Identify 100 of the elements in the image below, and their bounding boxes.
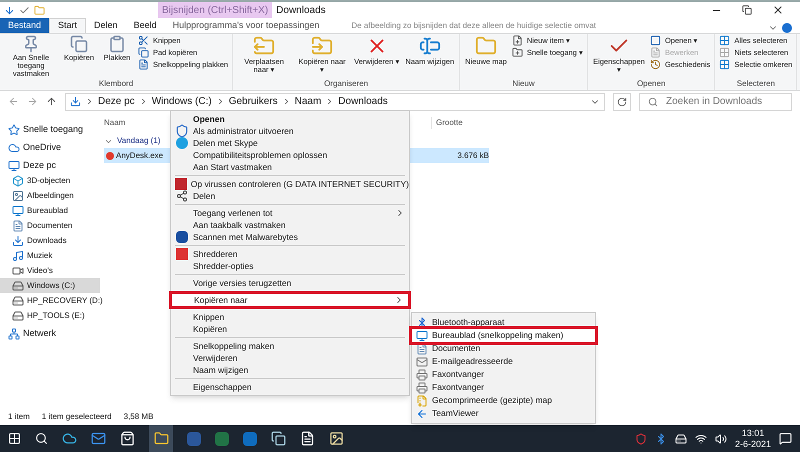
menu-item[interactable]: Scannen met Malwarebytes — [171, 231, 409, 243]
close-button[interactable] — [772, 4, 784, 16]
download-arrow-icon — [4, 4, 15, 16]
sidebar-label: Video's — [27, 264, 53, 276]
chevron-icon — [85, 97, 94, 106]
sidebar-item[interactable]: Netwerk — [0, 326, 100, 341]
sidebar-label: Snelle toegang — [23, 122, 84, 136]
menu-item[interactable]: Compatibiliteitsproblemen oplossen — [171, 149, 409, 161]
sidebar-label: Muziek — [27, 250, 52, 262]
menu-item[interactable]: Snelkoppeling maken — [171, 340, 409, 352]
monitor-icon — [12, 204, 24, 216]
menu-item[interactable]: Op virussen controleren (G DATA INTERNET SECURITY) — [171, 178, 409, 190]
ribbon-tab[interactable]: Hulpprogramma's voor toepassingen — [164, 18, 328, 33]
file-name: AnyDesk.exe — [116, 150, 164, 162]
menu-item[interactable]: TeamViewer — [412, 407, 595, 420]
sidebar-label: Windows (C:) — [27, 280, 76, 292]
sidebar-item[interactable]: Afbeeldingen — [0, 188, 100, 203]
monitor-icon — [416, 330, 428, 342]
sidebar-item[interactable]: Downloads — [0, 233, 100, 248]
network-icon — [8, 328, 20, 340]
drive-icon — [12, 280, 24, 292]
forward-icon — [27, 96, 38, 107]
file-size: 3.676 kB — [456, 150, 489, 162]
menu-item[interactable]: Naam wijzigen — [171, 364, 409, 376]
sidebar-item[interactable]: Video's — [0, 263, 100, 278]
sidebar-label: 3D-objecten — [27, 174, 70, 186]
sidebar-item[interactable]: Bureaublad — [0, 203, 100, 218]
refresh-button[interactable] — [613, 92, 631, 110]
menu-item[interactable]: Eigenschappen — [171, 381, 409, 393]
menu-item[interactable]: Kopiëren — [171, 323, 409, 335]
menu-item[interactable]: Bureaublad (snelkoppeling maken) — [412, 329, 595, 342]
ribbon-tab[interactable]: Delen — [86, 18, 126, 33]
group-label: Organiseren — [323, 79, 370, 90]
menu-item[interactable]: Documenten — [412, 342, 595, 355]
zip-folder-icon — [416, 394, 428, 406]
store-bag-icon — [120, 431, 135, 446]
search-icon — [35, 432, 48, 445]
breadcrumb[interactable]: Naam — [294, 94, 322, 109]
ribbon-tab[interactable]: Bestand — [0, 18, 50, 33]
sidebar-item[interactable]: HP_TOOLS (E:) — [0, 308, 100, 323]
drive-icon — [12, 310, 24, 322]
speaker-icon — [714, 432, 727, 444]
menu-item[interactable]: Shredder-opties — [171, 260, 409, 272]
copy-icon — [70, 35, 88, 53]
back-icon — [8, 96, 19, 107]
menu-item[interactable]: Bluetooth-apparaat — [412, 316, 595, 329]
group-header[interactable]: Vandaag (1) — [117, 135, 160, 147]
explorer-taskbar-button[interactable] — [149, 425, 173, 452]
menu-item[interactable]: Vorige versies terugzetten — [171, 277, 409, 289]
network-icon — [694, 432, 707, 444]
sidebar-item[interactable]: Deze pc — [0, 158, 100, 173]
menu-item[interactable]: Aan Start vastmaken — [171, 161, 409, 173]
breadcrumb[interactable]: Downloads — [338, 94, 388, 109]
menu-item[interactable]: Als administrator uitvoeren — [171, 125, 409, 137]
breadcrumb[interactable]: Windows (C:) — [152, 94, 212, 109]
up-icon — [46, 96, 57, 107]
sidebar-item[interactable]: 3D-objecten — [0, 173, 100, 188]
notification-icon — [779, 432, 792, 445]
sidebar-label: Netwerk — [23, 326, 56, 340]
sidebar-item[interactable]: Muziek — [0, 248, 100, 263]
status-text: 1 item — [8, 410, 30, 422]
tooltip-title: Bijsnijden (Ctrl+Shift+X) — [158, 2, 272, 18]
ribbon-tab[interactable]: Beeld — [126, 18, 165, 33]
sidebar-item[interactable]: OneDrive — [0, 140, 100, 155]
menu-item[interactable]: Kopiëren naar — [172, 294, 408, 306]
sidebar-item[interactable]: Documenten — [0, 218, 100, 233]
menu-item[interactable]: Openen — [171, 113, 409, 125]
breadcrumb[interactable]: Gebruikers — [228, 94, 278, 109]
menu-item[interactable]: Delen met Skype — [171, 137, 409, 149]
menu-item[interactable]: Aan taakbalk vastmaken — [171, 219, 409, 231]
menu-item[interactable]: Verwijderen — [171, 352, 409, 364]
grid-icon — [719, 35, 730, 46]
sidebar-label: Documenten — [27, 220, 72, 232]
menu-item[interactable]: Knippen — [171, 311, 409, 323]
grid-icon — [719, 47, 730, 58]
group-label: Openen — [636, 79, 666, 90]
menu-item[interactable]: Shredderen — [171, 248, 409, 260]
breadcrumb[interactable]: Deze pc — [98, 94, 135, 109]
sidebar-item[interactable]: Snelle toegang — [0, 122, 100, 137]
column-header[interactable]: Grootte — [431, 117, 491, 129]
ribbon-tab[interactable]: Start — [49, 18, 86, 33]
folder-copy-icon — [311, 35, 334, 57]
sidebar-item[interactable]: Windows (C:) — [0, 278, 100, 293]
menu-item[interactable]: Faxontvanger — [412, 381, 595, 394]
sidebar-item[interactable]: HP_RECOVERY (D:) — [0, 293, 100, 308]
group-label: Selecteren — [736, 79, 776, 90]
menu-item[interactable]: Toegang verlenen tot — [171, 207, 409, 219]
menu-item[interactable]: Gecomprimeerde (gezipte) map — [412, 394, 595, 407]
maximize-button[interactable] — [742, 5, 752, 15]
search-icon — [648, 96, 658, 106]
document-icon — [416, 342, 428, 354]
search-field[interactable]: Zoeken in Downloads — [639, 92, 792, 110]
menu-item[interactable]: Faxontvanger — [412, 368, 595, 381]
envelope-icon — [416, 356, 428, 368]
checklist-icon — [19, 4, 30, 16]
menu-item[interactable]: Delen — [171, 190, 409, 202]
menu-item[interactable]: E-mailgeadresseerde — [412, 355, 595, 368]
document-icon — [12, 220, 24, 232]
folder-icon — [512, 47, 523, 58]
folder-arrow-icon — [253, 35, 276, 57]
